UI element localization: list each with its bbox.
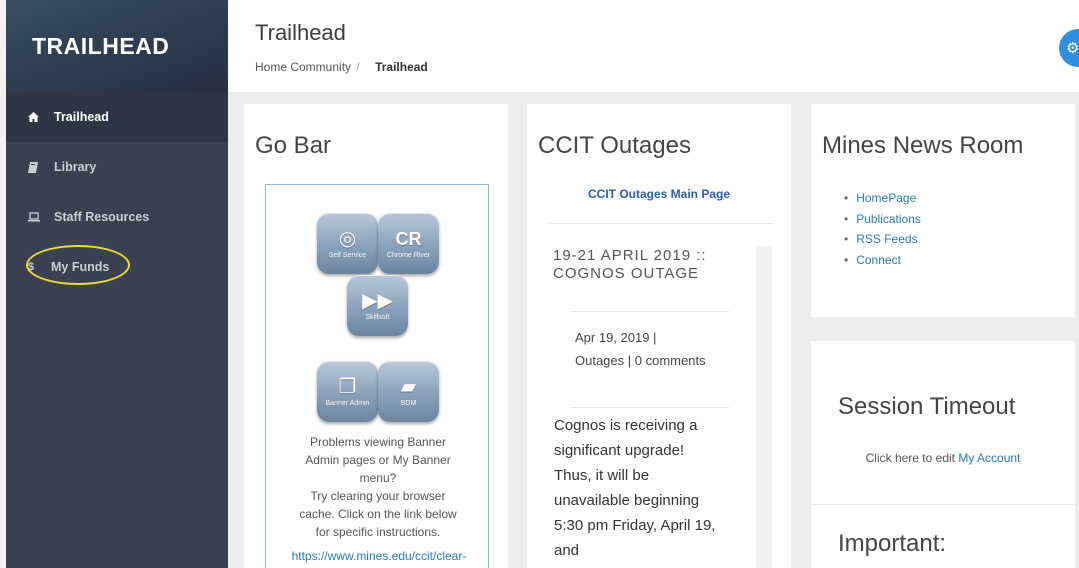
play-icon: ▶▶: [362, 289, 393, 312]
banner-admin-button[interactable]: ❐ Banner Admin: [317, 361, 378, 422]
self-service-button[interactable]: ◎ Self Service: [317, 213, 378, 274]
sidebar-item-label: Trailhead: [54, 110, 109, 124]
news-link-connect[interactable]: Connect: [844, 250, 921, 271]
chrome-river-icon: CR: [395, 228, 422, 249]
gobar-help-text: Problems viewing Banner Admin pages or M…: [292, 433, 464, 541]
session-text: Click here to edit My Account: [811, 451, 1075, 465]
gobar-panel: Go Bar ◎ Self Service CR Chrome River ▶▶…: [244, 104, 508, 568]
post-date: Apr 19, 2019 |: [575, 330, 657, 345]
post-scrollbar[interactable]: [756, 246, 772, 568]
outages-panel: CCIT Outages CCIT Outages Main Page 19-2…: [527, 104, 791, 568]
app-label: Skillsoft: [365, 313, 390, 321]
post-category[interactable]: Outages: [575, 353, 624, 368]
important-panel: Important:: [811, 505, 1075, 568]
dollar-icon: $: [28, 261, 35, 273]
app-label: Banner Admin: [325, 399, 370, 407]
bdm-button[interactable]: ▰ BDM: [378, 361, 439, 422]
news-link-homepage[interactable]: HomePage: [844, 188, 921, 209]
session-text-label: Click here to edit: [865, 451, 955, 465]
news-title: Mines News Room: [822, 132, 1024, 159]
page-header: Trailhead Home Community / Trailhead ⚙: [228, 0, 1079, 92]
sidebar-item-label: Library: [54, 160, 97, 174]
folder-icon: ▰: [400, 375, 417, 398]
breadcrumb: Home Community / Trailhead: [255, 60, 428, 74]
page-title: Trailhead: [255, 20, 346, 45]
outages-main-link[interactable]: CCIT Outages Main Page: [527, 187, 791, 201]
brand-header: TRAILHEAD: [6, 0, 228, 92]
target-icon: ◎: [338, 227, 357, 250]
home-icon: [28, 112, 46, 122]
sidebar-item-library[interactable]: Library: [6, 142, 228, 192]
app-label: Self Service: [328, 251, 367, 259]
settings-button[interactable]: ⚙: [1059, 29, 1079, 67]
my-account-link[interactable]: My Account: [958, 451, 1020, 465]
session-panel: Session Timeout Click here to edit My Ac…: [811, 341, 1075, 504]
post-comments[interactable]: | 0 comments: [628, 353, 706, 368]
post-title[interactable]: 19-21 APRIL 2019 :: COGNOS OUTAGE: [553, 247, 723, 283]
gear-icon: ⚙: [1066, 40, 1079, 57]
documents-icon: ❐: [338, 375, 357, 398]
divider: [549, 223, 773, 224]
gobar-help-line: Problems viewing Banner Admin pages or M…: [305, 435, 451, 485]
sidebar-item-my-funds[interactable]: $ My Funds: [6, 242, 228, 292]
brand-logo-text: TRAILHEAD: [32, 32, 170, 59]
news-link-publications[interactable]: Publications: [844, 209, 921, 230]
news-link-rss-feeds[interactable]: RSS Feeds: [844, 229, 921, 250]
news-links: HomePage Publications RSS Feeds Connect: [844, 188, 921, 270]
sidebar-item-label: My Funds: [51, 260, 110, 274]
sidebar-item-staff-resources[interactable]: Staff Resources: [6, 192, 228, 242]
app-label: Chrome River: [386, 251, 431, 259]
breadcrumb-current: Trailhead: [375, 60, 428, 74]
laptop-icon: [28, 212, 46, 222]
sidebar-item-label: Staff Resources: [54, 210, 150, 224]
news-panel: Mines News Room HomePage Publications RS…: [811, 104, 1075, 317]
clear-cache-link[interactable]: https://www.mines.edu/ccit/clear-: [276, 549, 482, 563]
gobar-help-line: Try clearing your browser cache. Click o…: [299, 489, 457, 539]
skillsoft-button[interactable]: ▶▶ Skillsoft: [347, 275, 408, 336]
outages-title: CCIT Outages: [538, 132, 691, 159]
book-icon: [28, 161, 46, 173]
app-label: BDM: [400, 399, 417, 407]
important-title: Important:: [838, 530, 947, 557]
sidebar-item-trailhead[interactable]: Trailhead: [6, 92, 228, 142]
session-title: Session Timeout: [838, 393, 1016, 420]
post-meta: Apr 19, 2019 | Outages | 0 comments: [575, 326, 725, 372]
breadcrumb-separator: /: [356, 60, 360, 74]
post-body: Cognos is receiving a significant upgrad…: [554, 417, 716, 559]
gobar-frame: ◎ Self Service CR Chrome River ▶▶ Skills…: [265, 184, 489, 568]
chrome-river-button[interactable]: CR Chrome River: [378, 213, 439, 274]
divider: [571, 311, 729, 312]
sidebar: TRAILHEAD Trailhead Library Staff Resour…: [0, 0, 228, 568]
breadcrumb-home[interactable]: Home Community: [255, 60, 351, 74]
divider: [571, 407, 729, 408]
gobar-title: Go Bar: [255, 132, 332, 159]
